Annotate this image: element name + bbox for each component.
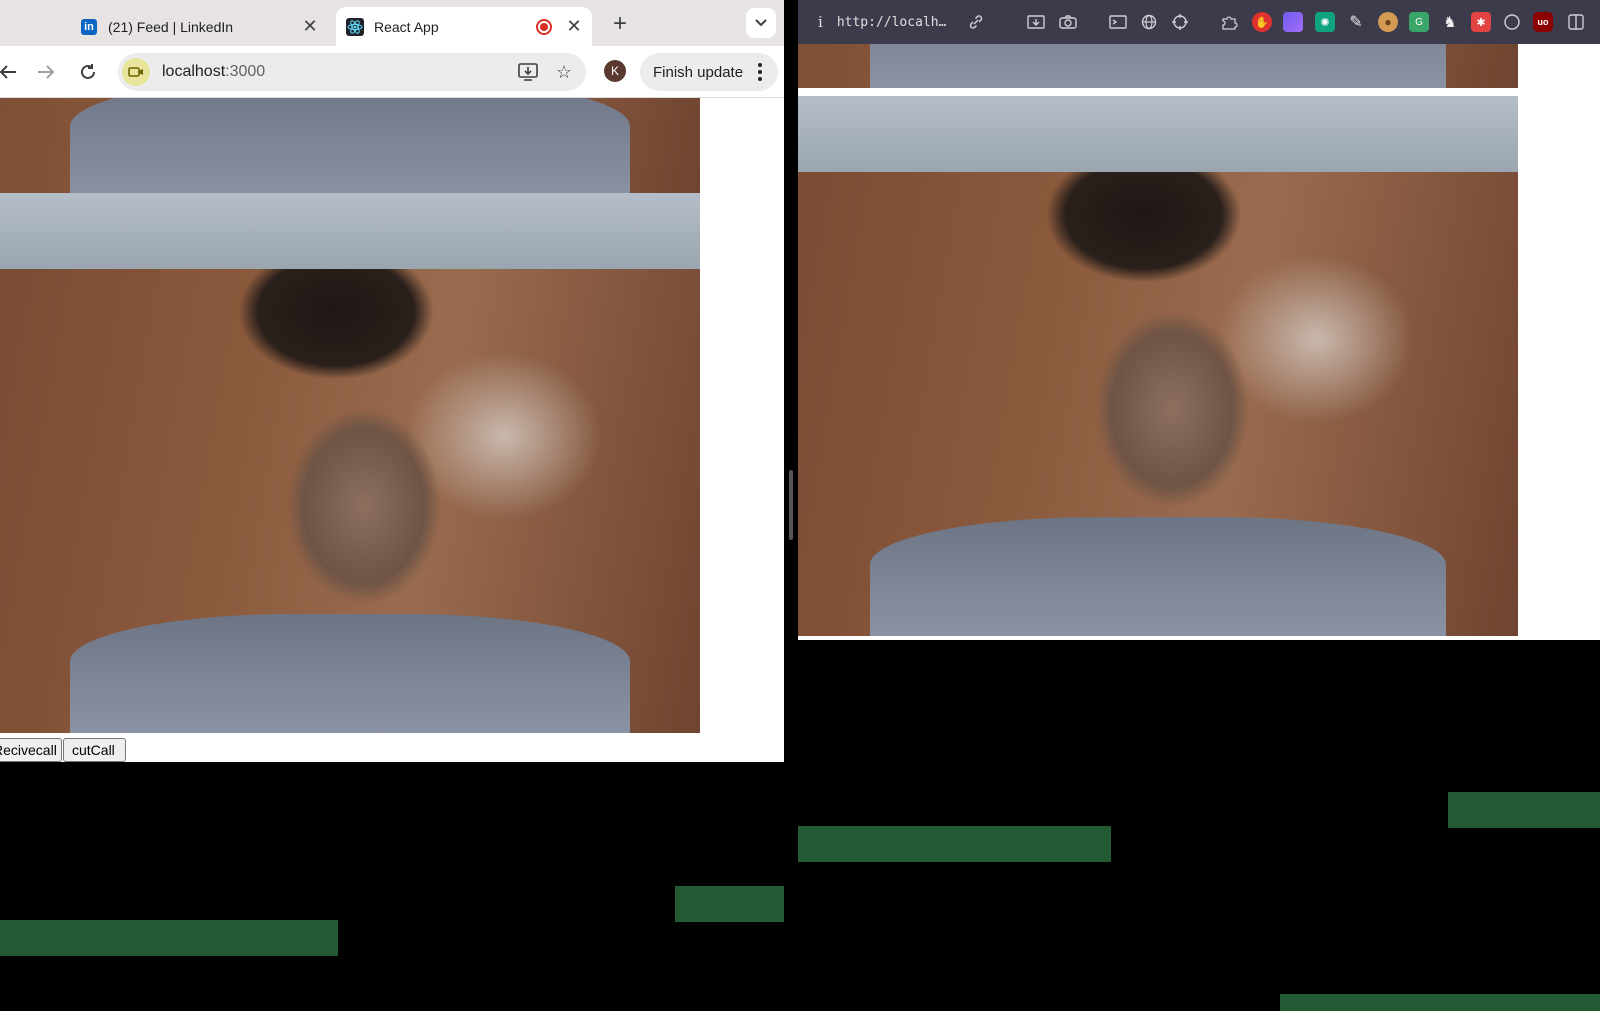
green-bar	[1448, 792, 1600, 828]
green-bar	[675, 886, 784, 922]
green-bar	[1280, 994, 1600, 1011]
reload-button[interactable]	[74, 58, 102, 86]
eyedropper-icon[interactable]: ✎	[1346, 12, 1366, 32]
bug-icon[interactable]: ✱	[1471, 12, 1491, 32]
screenshot-icon[interactable]	[1026, 12, 1046, 32]
star-icon[interactable]: ☆	[550, 58, 578, 86]
react-icon	[346, 17, 364, 36]
cookie-icon[interactable]: ●	[1378, 12, 1398, 32]
receive-call-button[interactable]: Recivecall	[0, 738, 62, 762]
browser-toolbar: localhost:3000 ☆ K Finish update	[0, 46, 784, 98]
link-icon[interactable]	[966, 12, 986, 32]
linkedin-icon: in	[80, 18, 98, 36]
sidebar-icon[interactable]	[1566, 12, 1586, 32]
stop-hand-icon[interactable]: ✋	[1252, 12, 1272, 32]
circle-icon[interactable]	[1502, 12, 1522, 32]
tab-title: React App	[374, 18, 439, 35]
green-bar	[0, 920, 338, 956]
arrow-left-icon	[0, 65, 16, 79]
reload-icon	[81, 64, 95, 79]
crosshair-icon[interactable]	[1170, 12, 1190, 32]
chatgpt-icon[interactable]: ✺	[1315, 12, 1335, 32]
camera-in-use-icon[interactable]	[122, 58, 150, 86]
url-text[interactable]: localhost:3000	[162, 63, 514, 81]
chevron-down-icon	[755, 19, 767, 27]
globe-icon[interactable]	[1139, 12, 1159, 32]
paw-icon[interactable]: ♞	[1440, 12, 1460, 32]
remote-video	[0, 193, 700, 733]
tab-linkedin[interactable]: in (21) Feed | LinkedIn ✕	[68, 7, 328, 46]
resize-handle[interactable]	[789, 470, 793, 540]
install-app-icon[interactable]	[514, 58, 542, 86]
puzzle-icon[interactable]	[1220, 12, 1240, 32]
address-bar[interactable]: localhost:3000 ☆	[118, 53, 586, 91]
close-icon[interactable]: ✕	[298, 15, 322, 39]
profile-avatar[interactable]: K	[604, 60, 626, 82]
info-icon[interactable]: i	[818, 13, 823, 31]
tab-title: (21) Feed | LinkedIn	[108, 18, 234, 35]
cut-call-button[interactable]: cutCall	[63, 738, 126, 762]
chrome-window: in (21) Feed | LinkedIn ✕ React App ✕ +	[0, 0, 784, 762]
remote-video	[798, 96, 1518, 636]
finish-update-button[interactable]: Finish update	[640, 53, 778, 91]
camera-icon[interactable]	[1058, 12, 1078, 32]
green-bar	[798, 826, 1111, 862]
new-tab-button[interactable]: +	[606, 10, 634, 38]
tab-react-app[interactable]: React App ✕	[336, 7, 592, 46]
local-video	[798, 44, 1518, 88]
forward-button[interactable]	[32, 58, 60, 86]
tab-search-button[interactable]	[746, 8, 776, 38]
right-toolbar: i http://localh… ✋ ✺ ✎ ● G ♞ ✱ uo	[798, 0, 1600, 44]
recording-icon	[536, 18, 552, 35]
right-page-viewport	[798, 44, 1600, 640]
finish-update-label: Finish update	[653, 63, 744, 81]
url-text[interactable]: http://localh…	[837, 15, 947, 30]
close-icon[interactable]: ✕	[562, 15, 586, 39]
split-divider[interactable]	[784, 0, 798, 1011]
terminal-icon[interactable]	[1108, 12, 1128, 32]
local-video	[0, 98, 700, 198]
right-browser-window: i http://localh… ✋ ✺ ✎ ● G ♞ ✱ uo	[798, 0, 1600, 1011]
more-menu-icon[interactable]	[750, 62, 770, 82]
page-viewport: Recivecall cutCall	[0, 98, 784, 762]
tab-strip: in (21) Feed | LinkedIn ✕ React App ✕ +	[0, 0, 784, 46]
gradient-extension-icon[interactable]	[1283, 12, 1303, 32]
ublock-icon[interactable]: uo	[1533, 12, 1553, 32]
back-button[interactable]	[0, 58, 22, 86]
arrow-right-icon	[38, 65, 55, 79]
grammar-icon[interactable]: G	[1409, 12, 1429, 32]
desktop: in (21) Feed | LinkedIn ✕ React App ✕ +	[0, 0, 1600, 1011]
